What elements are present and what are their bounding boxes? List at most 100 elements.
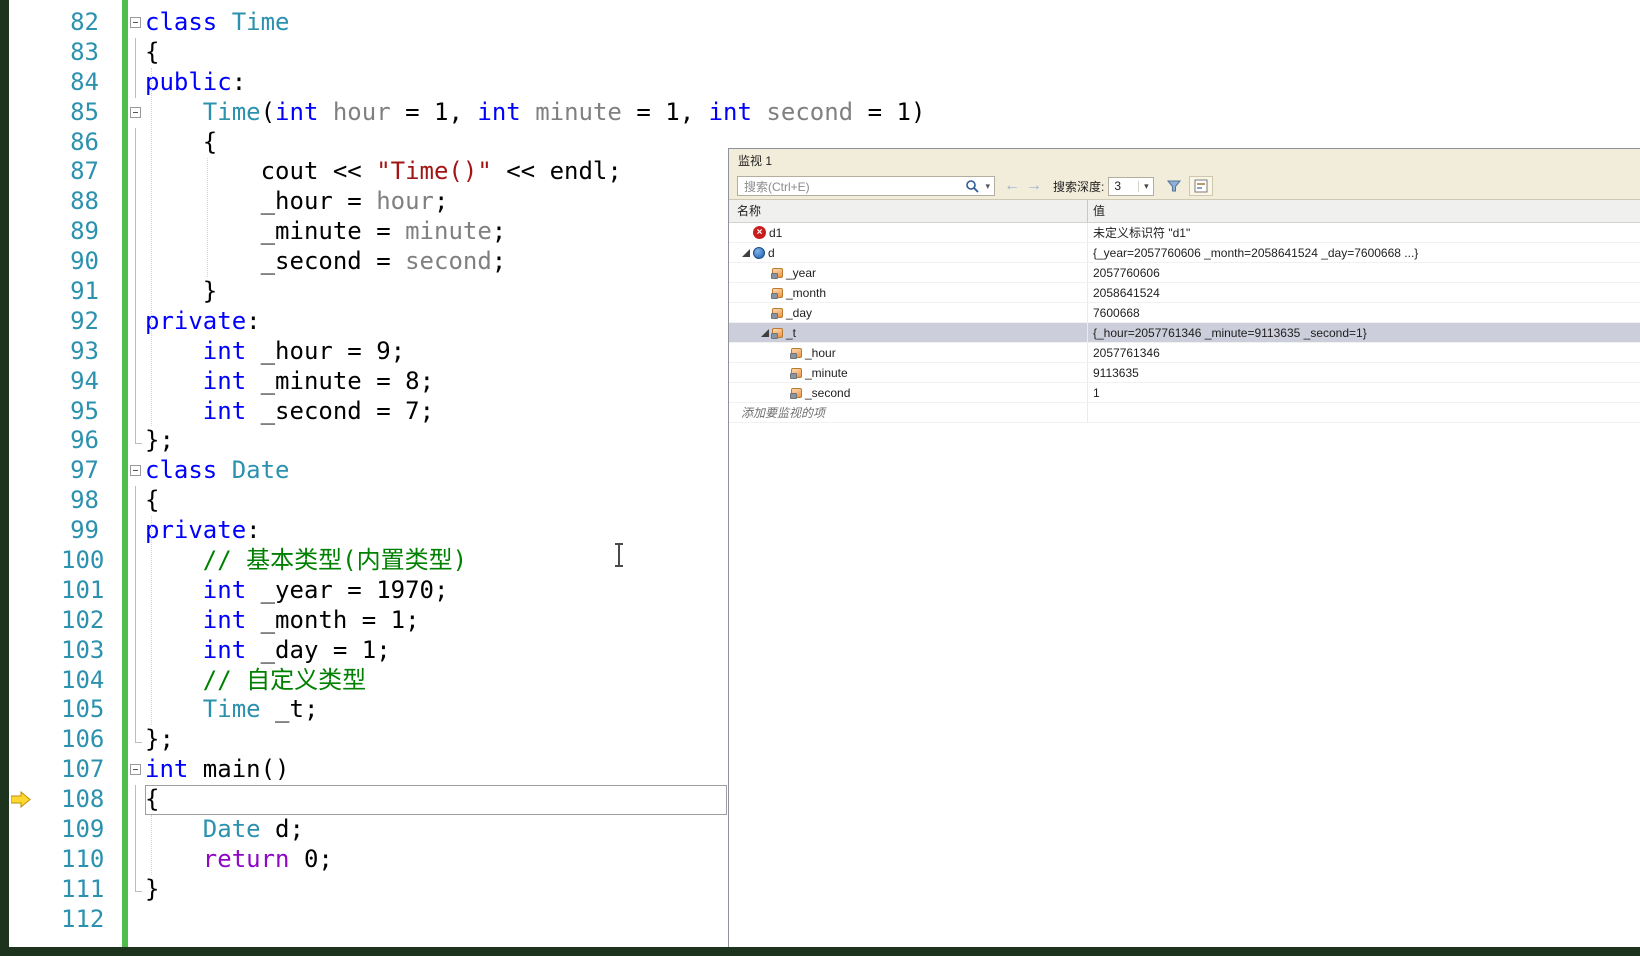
code-text[interactable]: _minute = minute; bbox=[145, 217, 506, 247]
watch-value[interactable]: {_year=2057760606 _month=2058641524 _day… bbox=[1088, 243, 1640, 262]
code-text[interactable]: int _year = 1970; bbox=[145, 576, 448, 606]
code-text[interactable]: public: bbox=[145, 68, 246, 98]
code-text[interactable]: int _second = 7; bbox=[145, 397, 434, 427]
code-text[interactable]: } bbox=[145, 875, 159, 905]
watch-value[interactable]: 未定义标识符 "d1" bbox=[1088, 223, 1640, 242]
code-text[interactable]: { bbox=[145, 785, 159, 815]
watch-value[interactable]: 2058641524 bbox=[1088, 283, 1640, 302]
code-text[interactable]: Date d; bbox=[145, 815, 304, 845]
code-text[interactable]: // 基本类型(内置类型) bbox=[145, 546, 467, 576]
search-forward-button[interactable]: → bbox=[1026, 177, 1042, 195]
watch-row[interactable]: _minute9113635 bbox=[729, 363, 1640, 383]
indicator-margin[interactable] bbox=[9, 337, 61, 367]
indicator-margin[interactable] bbox=[9, 456, 61, 486]
indicator-margin[interactable] bbox=[9, 128, 61, 158]
add-watch-row[interactable]: 添加要监视的项 bbox=[729, 403, 1640, 423]
watch-row[interactable]: _month2058641524 bbox=[729, 283, 1640, 303]
indicator-margin[interactable] bbox=[9, 307, 61, 337]
indicator-margin[interactable] bbox=[9, 606, 61, 636]
code-text[interactable]: class Time bbox=[145, 8, 290, 38]
indicator-margin[interactable] bbox=[9, 68, 61, 98]
indicator-margin[interactable] bbox=[9, 217, 61, 247]
watch-value[interactable]: 2057761346 bbox=[1088, 343, 1640, 362]
indicator-margin[interactable] bbox=[9, 187, 61, 217]
code-text[interactable]: { bbox=[145, 128, 217, 158]
indicator-margin[interactable] bbox=[9, 367, 61, 397]
expander-icon[interactable] bbox=[758, 328, 772, 338]
code-text[interactable]: int _minute = 8; bbox=[145, 367, 434, 397]
indicator-margin[interactable] bbox=[9, 38, 61, 68]
watch-search-input[interactable]: 搜索(Ctrl+E) ▾ bbox=[737, 176, 995, 196]
code-text[interactable]: Time _t; bbox=[145, 695, 318, 725]
code-text[interactable]: private: bbox=[145, 516, 261, 546]
code-text[interactable]: }; bbox=[145, 426, 174, 456]
fold-collapse-box-icon[interactable] bbox=[130, 764, 141, 775]
funnel-filter-button[interactable] bbox=[1162, 176, 1186, 196]
code-text[interactable]: int _month = 1; bbox=[145, 606, 420, 636]
indicator-margin[interactable] bbox=[9, 576, 61, 606]
search-back-button[interactable]: ← bbox=[1004, 177, 1020, 195]
indicator-margin[interactable] bbox=[9, 98, 61, 128]
indicator-margin[interactable] bbox=[9, 666, 61, 696]
code-text[interactable]: } bbox=[145, 277, 217, 307]
code-text[interactable]: _second = second; bbox=[145, 247, 506, 277]
code-text[interactable]: Time(int hour = 1, int minute = 1, int s… bbox=[145, 98, 925, 128]
code-text[interactable]: cout << "Time()" << endl; bbox=[145, 157, 622, 187]
code-text[interactable]: }; bbox=[145, 725, 174, 755]
indicator-margin[interactable] bbox=[9, 875, 61, 905]
watch-row[interactable]: _second1 bbox=[729, 383, 1640, 403]
watch-name: _day bbox=[786, 306, 812, 320]
watch-title-bar[interactable]: 监视 1 bbox=[729, 149, 1640, 173]
expander-icon[interactable] bbox=[739, 248, 753, 258]
code-text[interactable]: return 0; bbox=[145, 845, 333, 875]
indicator-margin[interactable] bbox=[9, 725, 61, 755]
code-text[interactable]: // 自定义类型 bbox=[145, 666, 366, 696]
indicator-margin[interactable] bbox=[9, 695, 61, 725]
search-icon[interactable] bbox=[965, 179, 979, 193]
indicator-margin[interactable] bbox=[9, 426, 61, 456]
watch-row[interactable]: _hour2057761346 bbox=[729, 343, 1640, 363]
add-watch-label[interactable]: 添加要监视的项 bbox=[729, 403, 1088, 422]
column-header-name[interactable]: 名称 bbox=[729, 200, 1088, 222]
code-text[interactable]: { bbox=[145, 38, 159, 68]
watch-row[interactable]: _year2057760606 bbox=[729, 263, 1640, 283]
code-text[interactable]: class Date bbox=[145, 456, 290, 486]
fold-collapse-box-icon[interactable] bbox=[130, 107, 141, 118]
code-text[interactable]: private: bbox=[145, 307, 261, 337]
fold-collapse-box-icon[interactable] bbox=[130, 17, 141, 28]
indicator-margin[interactable] bbox=[9, 277, 61, 307]
code-text[interactable]: { bbox=[145, 486, 159, 516]
indicator-margin[interactable] bbox=[9, 516, 61, 546]
indicator-margin[interactable] bbox=[9, 815, 61, 845]
indicator-margin[interactable] bbox=[9, 397, 61, 427]
indicator-margin[interactable] bbox=[9, 8, 61, 38]
watch-format-button[interactable] bbox=[1189, 176, 1213, 196]
indicator-margin[interactable] bbox=[9, 845, 61, 875]
code-text[interactable]: int main() bbox=[145, 755, 290, 785]
line-number: 102 bbox=[61, 606, 99, 636]
indicator-margin[interactable] bbox=[9, 636, 61, 666]
code-text[interactable]: _hour = hour; bbox=[145, 187, 448, 217]
indicator-margin[interactable] bbox=[9, 247, 61, 277]
search-depth-select[interactable]: 3 ▾ bbox=[1108, 177, 1154, 196]
watch-value[interactable]: 7600668 bbox=[1088, 303, 1640, 322]
code-text[interactable]: int _day = 1; bbox=[145, 636, 391, 666]
watch-row[interactable]: _day 7600668 bbox=[729, 303, 1640, 323]
watch-value[interactable]: 9113635 bbox=[1088, 363, 1640, 382]
search-dropdown-chevron-icon[interactable]: ▾ bbox=[981, 181, 994, 192]
fold-collapse-box-icon[interactable] bbox=[130, 465, 141, 476]
watch-value[interactable]: 2057760606 bbox=[1088, 263, 1640, 282]
watch-row[interactable]: d{_year=2057760606 _month=2058641524 _da… bbox=[729, 243, 1640, 263]
watch-row[interactable]: d1未定义标识符 "d1" bbox=[729, 223, 1640, 243]
code-text[interactable]: int _hour = 9; bbox=[145, 337, 405, 367]
indicator-margin[interactable] bbox=[9, 905, 61, 935]
watch-value[interactable]: 1 bbox=[1088, 383, 1640, 402]
watch-row[interactable]: _t{_hour=2057761346 _minute=9113635 _sec… bbox=[729, 323, 1640, 343]
column-header-value[interactable]: 值 bbox=[1088, 200, 1640, 222]
indicator-margin[interactable] bbox=[9, 755, 61, 785]
indicator-margin[interactable] bbox=[9, 546, 61, 576]
watch-value[interactable]: {_hour=2057761346 _minute=9113635 _secon… bbox=[1088, 323, 1640, 342]
indicator-margin[interactable] bbox=[9, 157, 61, 187]
change-tracking-bar bbox=[122, 0, 128, 8]
indicator-margin[interactable] bbox=[9, 486, 61, 516]
